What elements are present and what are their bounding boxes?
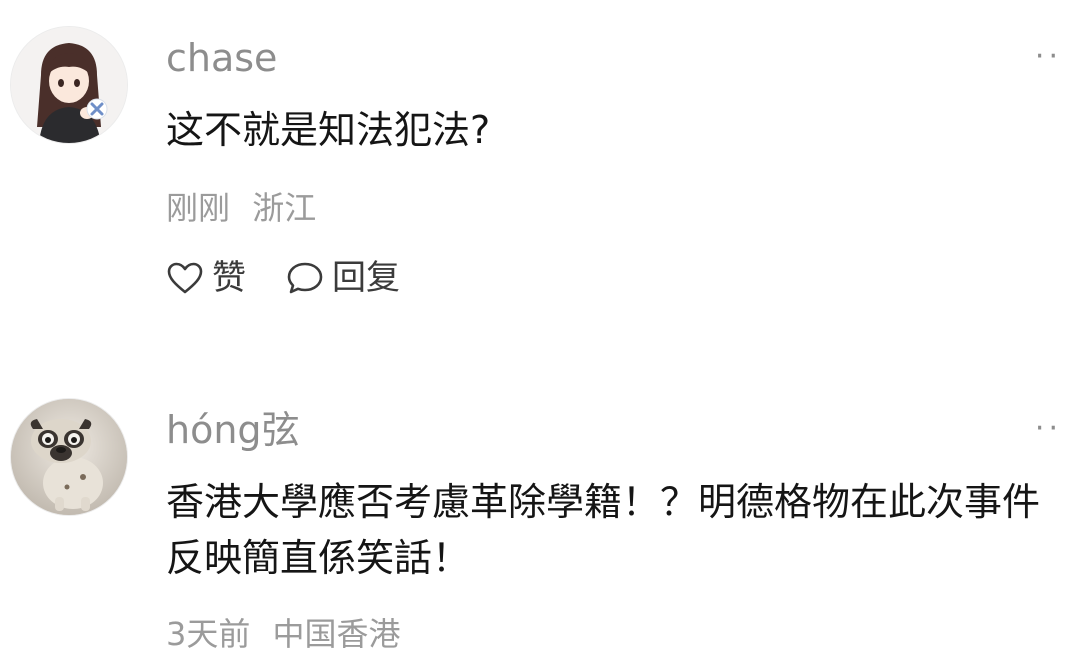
reply-button[interactable]: 回复 bbox=[286, 258, 400, 298]
reply-label: 回复 bbox=[332, 258, 400, 298]
like-button[interactable]: 赞 bbox=[166, 258, 246, 298]
like-label: 赞 bbox=[212, 258, 246, 298]
comment-time: 3天前 bbox=[166, 615, 251, 653]
comment-text: 香港大學應否考慮革除學籍！？明德格物在此次事件反映簡直係笑話！ bbox=[166, 480, 1041, 580]
comment-time: 刚刚 bbox=[166, 189, 231, 227]
comment-location: 中国香港 bbox=[272, 615, 401, 653]
comment-actions: 赞 回复 bbox=[166, 258, 440, 298]
comment-meta: 3天前 中国香港 bbox=[166, 614, 413, 654]
avatar-pug-illustration bbox=[11, 399, 127, 515]
speech-bubble-icon bbox=[287, 262, 323, 294]
comment-location: 浙江 bbox=[252, 189, 317, 227]
avatar[interactable] bbox=[10, 26, 128, 144]
more-options-icon[interactable]: ·· bbox=[1035, 414, 1062, 444]
comment-meta: 刚刚 浙江 bbox=[166, 188, 328, 228]
more-options-icon[interactable]: ·· bbox=[1035, 42, 1062, 72]
avatar-girl-illustration bbox=[11, 27, 127, 143]
username[interactable]: hóng弦 bbox=[166, 408, 300, 452]
comment-text: 这不就是知法犯法? bbox=[166, 108, 491, 152]
avatar[interactable] bbox=[10, 398, 128, 516]
heart-outline-icon bbox=[167, 262, 203, 294]
username[interactable]: chase bbox=[166, 36, 277, 80]
